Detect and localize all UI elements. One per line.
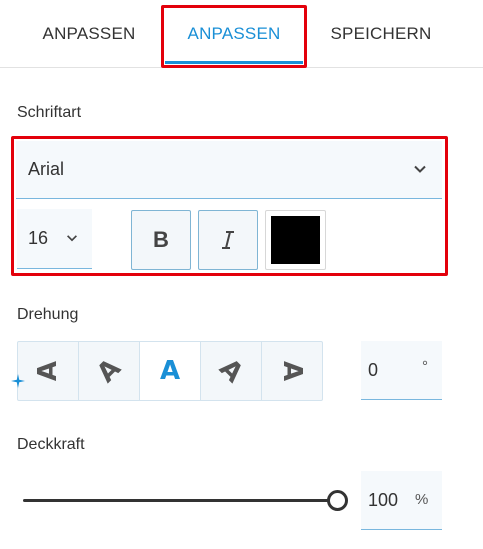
text-rotate-left-90-icon: A [33, 360, 63, 382]
tab-anpassen-1[interactable]: ANPASSEN [18, 0, 160, 68]
text-rotate-right-45-icon: A [213, 353, 249, 389]
font-family-value: Arial [28, 159, 65, 179]
sparkle-icon [11, 374, 25, 388]
font-color-swatch [271, 216, 320, 264]
rotation-input[interactable]: 0 [361, 341, 442, 400]
rotate-minus-90-button[interactable]: A [18, 342, 79, 400]
chevron-down-icon [414, 165, 426, 173]
opacity-section-label: Deckkraft [17, 436, 85, 453]
font-family-select[interactable]: Arial [16, 141, 442, 199]
tab-speichern[interactable]: SPEICHERN [310, 0, 452, 68]
opacity-input[interactable]: 100 [361, 471, 442, 530]
opacity-unit: % [415, 491, 429, 508]
font-size-select[interactable]: 16 [17, 209, 92, 269]
rotate-0-button[interactable]: A [140, 342, 201, 400]
text-rotate-none-icon: A [159, 356, 181, 386]
tab-bar: ANPASSEN ANPASSEN SPEICHERN [0, 0, 483, 68]
rotate-minus-45-button[interactable]: A [79, 342, 140, 400]
chevron-down-icon [67, 235, 77, 242]
text-rotate-left-45-icon: A [91, 353, 127, 389]
font-size-value: 16 [28, 228, 49, 248]
rotation-unit: ° [422, 358, 428, 375]
font-color-button[interactable] [265, 210, 326, 270]
opacity-value: 100 [368, 489, 399, 510]
italic-button[interactable] [198, 210, 258, 270]
rotation-value: 0 [368, 359, 379, 380]
tab-anpassen-2[interactable]: ANPASSEN [163, 0, 305, 68]
rotate-plus-90-button[interactable]: A [262, 342, 323, 400]
rotate-plus-45-button[interactable]: A [201, 342, 262, 400]
opacity-slider-track[interactable] [23, 499, 337, 502]
font-section-label: Schriftart [17, 104, 82, 121]
italic-icon [222, 231, 234, 249]
active-tab-indicator [165, 61, 303, 64]
rotation-section-label: Drehung [17, 306, 79, 323]
bold-button[interactable]: B [131, 210, 191, 270]
rotation-button-group: A A A A A [17, 341, 323, 401]
text-rotate-right-90-icon: A [277, 360, 308, 382]
bold-icon: B [153, 227, 169, 252]
opacity-slider-handle[interactable] [326, 490, 348, 511]
